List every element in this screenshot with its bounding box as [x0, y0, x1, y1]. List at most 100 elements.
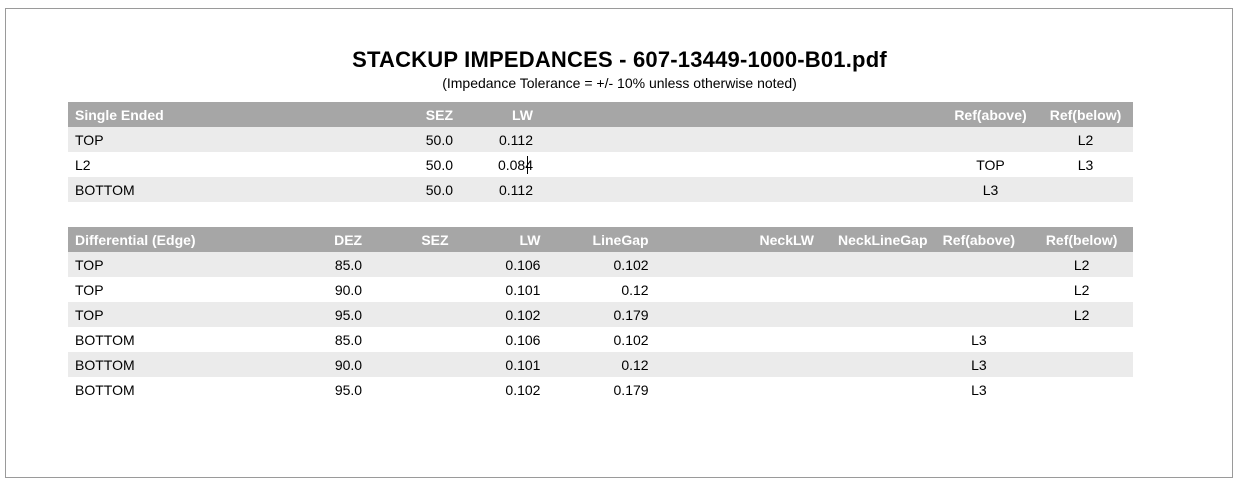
header-ref-below: Ref(below): [1038, 102, 1133, 127]
header-linegap: LineGap: [540, 227, 649, 252]
header-necklinegap: NeckLineGap: [813, 227, 928, 252]
cell-ref-below: [1030, 327, 1133, 352]
single-ended-header-row: Single Ended SEZ LW Ref(above) Ref(below…: [68, 102, 1133, 127]
cell-layer: BOTTOM: [75, 331, 135, 348]
cell-ref-above: L3: [971, 331, 987, 348]
cell-ref-below: [1030, 352, 1133, 377]
table-row: TOP 85.0 0.106 0.102 L2: [68, 252, 1133, 277]
cell-layer: TOP: [68, 302, 290, 327]
header-necklw: NeckLW: [648, 227, 814, 252]
cell-linegap: 0.12: [621, 281, 649, 298]
cell-ref-below: [1030, 377, 1133, 402]
cell-necklw: [648, 302, 814, 327]
header-lw: LW: [453, 102, 533, 127]
header-sez: SEZ: [362, 227, 449, 252]
table-row: TOP 90.0 0.101 0.12 L2: [68, 277, 1133, 302]
cell-sez: [362, 352, 449, 377]
cell-layer: BOTTOM: [68, 352, 290, 377]
header-lw: LW: [448, 227, 541, 252]
cell-spacer: [533, 177, 943, 202]
cell-necklinegap: [814, 377, 928, 402]
cell-necklw: [648, 252, 814, 277]
cell-necklinegap: [813, 252, 928, 277]
page-subtitle: (Impedance Tolerance = +/- 10% unless ot…: [442, 75, 797, 91]
cell-dez: 90.0: [289, 352, 363, 377]
cell-layer: TOP: [68, 127, 358, 152]
cell-linegap: 0.102: [540, 252, 649, 277]
cell-ref-above: [943, 127, 1038, 152]
cell-dez: 85.0: [334, 331, 363, 348]
cell-ref-below: L2: [1038, 127, 1133, 152]
cell-linegap: 0.179: [613, 381, 649, 398]
cell-ref-below: [1038, 177, 1133, 202]
cell-lw: 0.102: [448, 302, 541, 327]
cell-sez: [362, 327, 448, 352]
cell-linegap: 0.102: [613, 331, 649, 348]
header-ref-above: Ref(above): [943, 102, 1038, 127]
cell-sez: [362, 252, 449, 277]
cell-sez: [362, 302, 449, 327]
cell-dez: 95.0: [334, 381, 363, 398]
cell-linegap: 0.179: [540, 302, 649, 327]
cell-ref-above: L3: [927, 352, 1031, 377]
table-row: BOTTOM 95.0 0.102 0.179 L3: [68, 377, 1133, 402]
cell-necklinegap: [814, 327, 928, 352]
cell-ref-above: [928, 277, 1031, 302]
cell-lw: 0.102: [505, 381, 541, 398]
table-row: L2 50.0 0.084 TOP L3: [68, 152, 1133, 177]
cell-sez: 50.0: [425, 156, 453, 173]
header-single-ended: Single Ended: [68, 102, 358, 127]
cell-layer: TOP: [68, 252, 290, 277]
cell-necklw: [649, 277, 814, 302]
cell-ref-above: TOP: [976, 156, 1005, 173]
cell-spacer: [533, 127, 943, 152]
header-differential-edge: Differential (Edge): [68, 227, 290, 252]
cell-ref-above: L3: [943, 177, 1038, 202]
cell-necklw: [649, 327, 814, 352]
cell-lw: 0.101: [448, 352, 541, 377]
cell-linegap: 0.12: [540, 352, 649, 377]
cell-lw: 0.112: [453, 177, 533, 202]
cell-sez: [362, 377, 448, 402]
cell-spacer: [533, 152, 943, 177]
cell-ref-below: L3: [1077, 156, 1094, 173]
text-cursor: [527, 155, 528, 174]
single-ended-table: Single Ended SEZ LW Ref(above) Ref(below…: [68, 102, 1133, 202]
header-dez: DEZ: [289, 227, 363, 252]
header-sez: SEZ: [358, 102, 453, 127]
cell-necklinegap: [813, 352, 928, 377]
cell-ref-above: [927, 302, 1031, 327]
cell-necklinegap: [814, 277, 928, 302]
cell-lw: 0.112: [453, 127, 533, 152]
table-row: BOTTOM 90.0 0.101 0.12 L3: [68, 352, 1133, 377]
cell-ref-below: L2: [1030, 252, 1133, 277]
table-row: BOTTOM 85.0 0.106 0.102 L3: [68, 327, 1133, 352]
cell-layer: L2: [75, 156, 91, 173]
cell-layer: BOTTOM: [68, 177, 358, 202]
cell-ref-above: [927, 252, 1031, 277]
page-title: STACKUP IMPEDANCES - 607-13449-1000-B01.…: [352, 47, 887, 72]
table-row: BOTTOM 50.0 0.112 L3: [68, 177, 1133, 202]
cell-necklinegap: [813, 302, 928, 327]
cell-necklw: [649, 377, 814, 402]
cell-sez: 50.0: [358, 127, 453, 152]
cell-lw: 0.106: [505, 331, 541, 348]
cell-lw-with-cursor[interactable]: 0.084: [453, 152, 533, 177]
cell-ref-above: L3: [971, 381, 987, 398]
cell-sez: [362, 277, 448, 302]
cell-necklw: [648, 352, 814, 377]
differential-table: Differential (Edge) DEZ SEZ LW LineGap N…: [68, 227, 1133, 402]
cell-dez: 85.0: [289, 252, 363, 277]
header-ref-above: Ref(above): [927, 227, 1031, 252]
cell-ref-below: L2: [1030, 302, 1133, 327]
cell-lw: 0.106: [448, 252, 541, 277]
cell-sez: 50.0: [358, 177, 453, 202]
cell-lw: 0.101: [505, 281, 541, 298]
cell-layer: BOTTOM: [75, 381, 135, 398]
header-spacer: [533, 102, 943, 127]
cell-ref-below: L2: [1073, 281, 1090, 298]
cell-dez: 90.0: [334, 281, 363, 298]
header-ref-below: Ref(below): [1030, 227, 1133, 252]
cell-dez: 95.0: [289, 302, 363, 327]
table-row: TOP 95.0 0.102 0.179 L2: [68, 302, 1133, 327]
